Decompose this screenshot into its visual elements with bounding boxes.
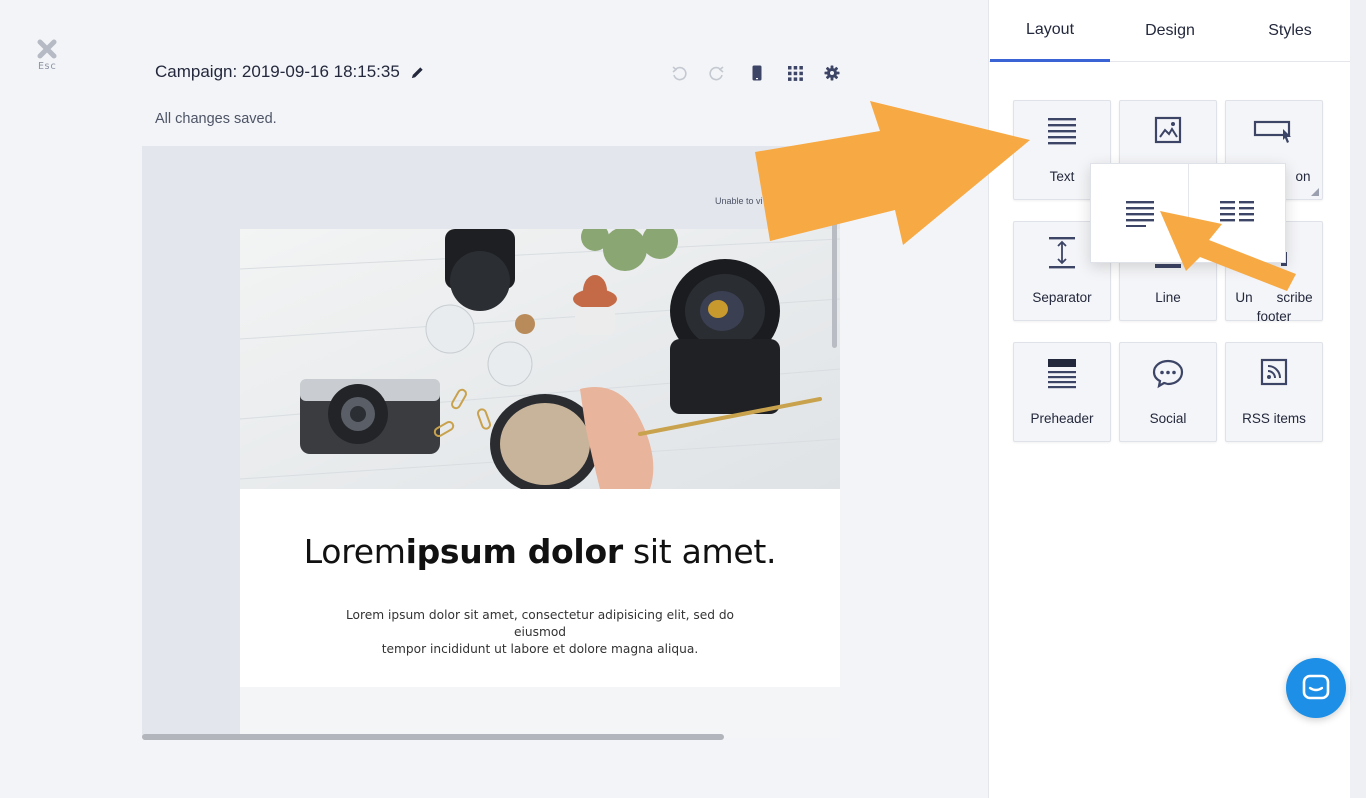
block-social-label: Social xyxy=(1149,411,1187,426)
variant-corner-icon xyxy=(1311,188,1319,196)
block-separator-label: Separator xyxy=(1032,290,1092,305)
hero-photo xyxy=(240,229,840,489)
mobile-icon xyxy=(752,65,762,81)
block-rss-label: RSS items xyxy=(1242,411,1306,426)
unsubscribe-label-a: Un xyxy=(1235,290,1253,305)
body-line-2: tempor incididunt ut labore et dolore ma… xyxy=(381,642,699,656)
tab-layout[interactable]: Layout xyxy=(990,0,1110,62)
tab-styles[interactable]: Styles xyxy=(1230,0,1350,62)
panel-tabs: Layout Design Styles xyxy=(989,0,1351,62)
mobile-preview-button[interactable] xyxy=(746,62,768,84)
edit-title-button[interactable] xyxy=(410,65,425,80)
block-unsubscribe-label: Un scribe footer xyxy=(1226,288,1322,326)
text-variants-popup xyxy=(1090,163,1286,263)
unsubscribe-label-b: scribe xyxy=(1276,290,1313,305)
block-line-label: Line xyxy=(1155,290,1181,305)
text-block[interactable]: Loremipsum dolor sit amet. Lorem ipsum d… xyxy=(240,489,840,687)
blocks-grid-button[interactable] xyxy=(784,62,806,84)
headline-bold: ipsum dolor xyxy=(405,532,624,571)
campaign-title: Campaign: 2019-09-16 18:15:35 xyxy=(155,62,425,82)
unsubscribe-label-line2: footer xyxy=(1256,309,1292,324)
close-icon xyxy=(37,39,57,59)
block-rss-items[interactable]: RSS items xyxy=(1225,342,1323,442)
view-online-link[interactable]: Unable to vi xyxy=(715,196,763,206)
esc-label: Esc xyxy=(37,61,57,72)
single-column-text-icon xyxy=(1125,201,1154,227)
text-lines-icon xyxy=(1048,118,1076,145)
email-preview[interactable]: Loremipsum dolor sit amet. Lorem ipsum d… xyxy=(240,229,840,738)
block-social[interactable]: Social xyxy=(1119,342,1217,442)
grid-icon xyxy=(787,65,803,81)
canvas-horizontal-scrollbar[interactable] xyxy=(142,734,724,740)
image-icon xyxy=(1154,116,1182,144)
headline: Loremipsum dolor sit amet. xyxy=(240,532,840,571)
gear-icon xyxy=(824,65,840,81)
block-preheader-label: Preheader xyxy=(1030,411,1094,426)
headline-rest: sit amet. xyxy=(622,532,777,571)
close-button[interactable]: Esc xyxy=(28,38,66,72)
settings-button[interactable] xyxy=(821,62,843,84)
two-column-text-icon xyxy=(1220,201,1254,222)
body-paragraph: Lorem ipsum dolor sit amet, consectetur … xyxy=(320,607,760,658)
block-preheader[interactable]: Preheader xyxy=(1013,342,1111,442)
button-cursor-icon xyxy=(1253,120,1291,143)
tab-design[interactable]: Design xyxy=(1110,0,1230,62)
preheader-icon xyxy=(1048,359,1076,389)
undo-icon xyxy=(672,66,687,81)
headline-light: Lorem xyxy=(303,532,406,571)
text-variant-one-column[interactable] xyxy=(1091,164,1188,262)
chat-launcher-button[interactable] xyxy=(1286,658,1346,718)
text-variant-two-columns[interactable] xyxy=(1188,164,1285,262)
panel-scrollbar[interactable] xyxy=(1350,0,1366,798)
canvas-vertical-scrollbar[interactable] xyxy=(832,220,837,348)
redo-icon xyxy=(709,66,724,81)
hero-image[interactable] xyxy=(240,229,840,489)
undo-button[interactable] xyxy=(668,62,690,84)
redo-button[interactable] xyxy=(706,62,728,84)
body-line-1: Lorem ipsum dolor sit amet, consectetur … xyxy=(345,608,735,639)
pencil-icon xyxy=(411,66,423,78)
chat-bubble-icon xyxy=(1152,359,1184,389)
save-status: All changes saved. xyxy=(155,111,277,127)
separator-icon xyxy=(1049,237,1075,269)
campaign-title-text: Campaign: 2019-09-16 18:15:35 xyxy=(155,62,400,81)
rss-icon xyxy=(1260,358,1288,386)
chat-icon xyxy=(1302,674,1330,700)
